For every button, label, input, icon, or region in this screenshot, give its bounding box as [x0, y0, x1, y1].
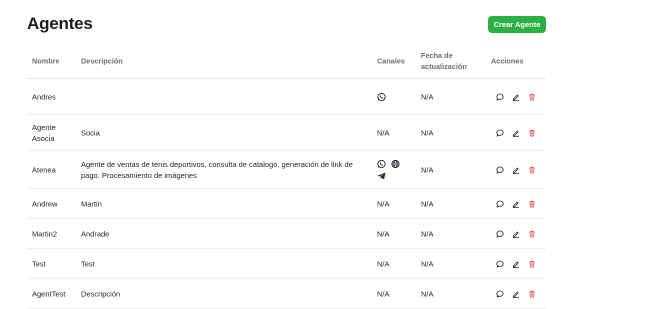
- agent-updated: N/A: [421, 229, 434, 238]
- header-updated-line2: actualización: [421, 62, 467, 71]
- row-actions: [496, 290, 536, 298]
- channels-text: N/A: [377, 289, 390, 298]
- channels-icons: [377, 92, 409, 101]
- table-row: Test Test N/A N/A: [27, 249, 546, 279]
- agents-table: Nombre Descripción Canales Fecha de actu…: [27, 44, 546, 309]
- agent-name: Martin2: [32, 229, 58, 238]
- row-actions: [496, 93, 536, 101]
- header-name: Nombre: [32, 56, 60, 66]
- edit-icon[interactable]: [512, 230, 520, 238]
- agent-name: Andrew: [32, 199, 58, 208]
- agent-description: Socia: [81, 128, 100, 137]
- channels-text: N/A: [377, 229, 390, 238]
- header-updated: Fecha de actualización: [421, 50, 467, 72]
- chat-icon[interactable]: [496, 290, 504, 298]
- table-row: AgentTest Descripción N/A N/A: [27, 279, 546, 309]
- globe-icon: [391, 159, 400, 168]
- chat-icon[interactable]: [496, 230, 504, 238]
- table-row: Andrew Martin N/A N/A: [27, 189, 546, 219]
- agent-updated: N/A: [421, 128, 434, 137]
- header-updated-line1: Fecha de: [421, 51, 453, 60]
- row-actions: [496, 230, 536, 238]
- delete-icon[interactable]: [528, 200, 536, 208]
- edit-icon[interactable]: [512, 200, 520, 208]
- channels-icons: [377, 159, 409, 180]
- chat-icon[interactable]: [496, 166, 504, 174]
- agent-name: AgentTest: [32, 289, 66, 298]
- agent-description: Descripción: [81, 289, 121, 298]
- create-agent-button[interactable]: Crear Agente: [488, 16, 546, 33]
- agent-name: Andres: [32, 92, 56, 101]
- channels-text: N/A: [377, 259, 390, 268]
- row-actions: [496, 260, 536, 268]
- agent-description: Andrade: [81, 229, 110, 238]
- agent-updated: N/A: [421, 289, 434, 298]
- edit-icon[interactable]: [512, 290, 520, 298]
- edit-icon[interactable]: [512, 260, 520, 268]
- chat-icon[interactable]: [496, 93, 504, 101]
- agent-name: Atenea: [32, 165, 56, 174]
- table-row: Andres N/A: [27, 79, 546, 115]
- whatsapp-icon: [377, 92, 386, 101]
- agent-updated: N/A: [421, 165, 434, 174]
- channels-text: N/A: [377, 199, 390, 208]
- edit-icon[interactable]: [512, 129, 520, 137]
- delete-icon[interactable]: [528, 290, 536, 298]
- agent-updated: N/A: [421, 92, 434, 101]
- agent-description: Martin: [81, 199, 102, 208]
- chat-icon[interactable]: [496, 200, 504, 208]
- agent-name: Test: [32, 259, 46, 268]
- edit-icon[interactable]: [512, 166, 520, 174]
- delete-icon[interactable]: [528, 166, 536, 174]
- agent-updated: N/A: [421, 199, 434, 208]
- chat-icon[interactable]: [496, 260, 504, 268]
- edit-icon[interactable]: [512, 93, 520, 101]
- delete-icon[interactable]: [528, 260, 536, 268]
- agent-updated: N/A: [421, 259, 434, 268]
- delete-icon[interactable]: [528, 230, 536, 238]
- header-channels: Canales: [377, 56, 405, 66]
- table-row: Atenea Agente de ventas de tenis deportiv…: [27, 151, 546, 189]
- chat-icon[interactable]: [496, 129, 504, 137]
- whatsapp-icon: [377, 159, 386, 168]
- table-row: Agente Asocia Socia N/A N/A: [27, 115, 546, 151]
- delete-icon[interactable]: [528, 93, 536, 101]
- header-actions: Acciones: [491, 56, 524, 66]
- agent-description: Test: [81, 259, 95, 268]
- agent-name: Agente Asocia: [32, 122, 56, 143]
- row-actions: [496, 166, 536, 174]
- header-description: Descripción: [81, 56, 123, 66]
- agent-description: Agente de ventas de tenis deportivos, co…: [81, 159, 353, 180]
- delete-icon[interactable]: [528, 129, 536, 137]
- page-title: Agentes: [27, 14, 93, 33]
- table-row: Martin2 Andrade N/A N/A: [27, 219, 546, 249]
- table-header: Nombre Descripción Canales Fecha de actu…: [27, 44, 546, 79]
- row-actions: [496, 200, 536, 208]
- channels-text: N/A: [377, 128, 390, 137]
- telegram-icon: [377, 171, 386, 180]
- row-actions: [496, 129, 536, 137]
